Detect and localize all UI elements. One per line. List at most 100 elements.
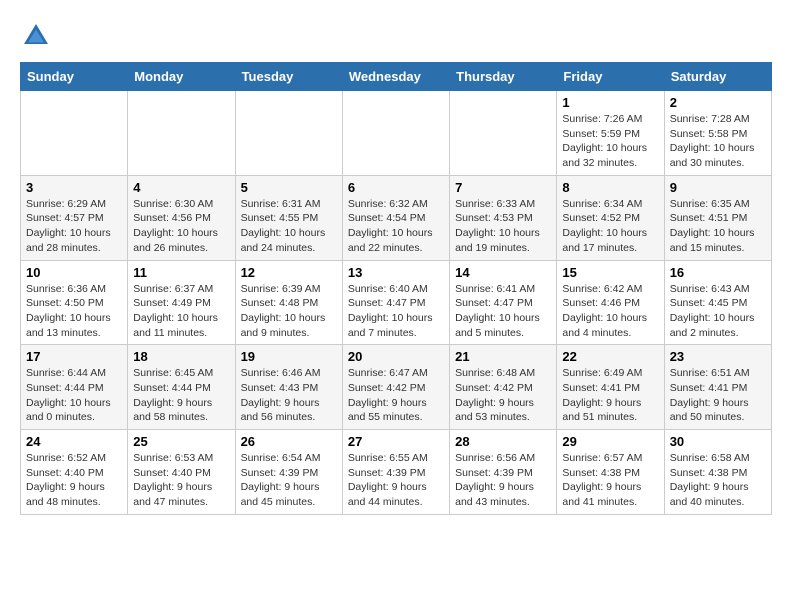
- day-info: Sunrise: 6:42 AM Sunset: 4:46 PM Dayligh…: [562, 282, 658, 341]
- calendar-cell: 15 Sunrise: 6:42 AM Sunset: 4:46 PM Dayli…: [557, 260, 664, 345]
- calendar-cell: 7Sunrise: 6:33 AM Sunset: 4:53 PM Daylig…: [450, 175, 557, 260]
- logo-icon: [20, 20, 52, 52]
- day-number: 27: [348, 434, 444, 449]
- day-number: 20: [348, 349, 444, 364]
- day-info: Sunrise: 6:43 AM Sunset: 4:45 PM Dayligh…: [670, 282, 766, 341]
- day-info: Sunrise: 6:36 AM Sunset: 4:50 PM Dayligh…: [26, 282, 122, 341]
- day-info: Sunrise: 6:52 AM Sunset: 4:40 PM Dayligh…: [26, 451, 122, 510]
- calendar-cell: 1 Sunrise: 7:26 AM Sunset: 5:59 PM Daylig…: [557, 91, 664, 176]
- day-info: Sunrise: 6:37 AM Sunset: 4:49 PM Dayligh…: [133, 282, 229, 341]
- day-number: 19: [241, 349, 337, 364]
- day-info: Sunrise: 6:32 AM Sunset: 4:54 PM Dayligh…: [348, 197, 444, 256]
- calendar-cell: 13 Sunrise: 6:40 AM Sunset: 4:47 PM Dayli…: [342, 260, 449, 345]
- day-info: Sunrise: 6:33 AM Sunset: 4:53 PM Dayligh…: [455, 197, 551, 256]
- day-info: Sunrise: 6:53 AM Sunset: 4:40 PM Dayligh…: [133, 451, 229, 510]
- page-container: SundayMondayTuesdayWednesdayThursdayFrid…: [20, 20, 772, 515]
- day-info: Sunrise: 6:40 AM Sunset: 4:47 PM Dayligh…: [348, 282, 444, 341]
- weekday-header-tuesday: Tuesday: [235, 63, 342, 91]
- calendar-cell: [128, 91, 235, 176]
- logo: [20, 20, 56, 52]
- day-number: 13: [348, 265, 444, 280]
- day-number: 3: [26, 180, 122, 195]
- day-number: 23: [670, 349, 766, 364]
- day-number: 6: [348, 180, 444, 195]
- calendar-week-row: 1 Sunrise: 7:26 AM Sunset: 5:59 PM Daylig…: [21, 91, 772, 176]
- day-info: Sunrise: 6:54 AM Sunset: 4:39 PM Dayligh…: [241, 451, 337, 510]
- calendar-cell: 19 Sunrise: 6:46 AM Sunset: 4:43 PM Dayli…: [235, 345, 342, 430]
- calendar-cell: 30 Sunrise: 6:58 AM Sunset: 4:38 PM Dayli…: [664, 430, 771, 515]
- calendar-header: SundayMondayTuesdayWednesdayThursdayFrid…: [21, 63, 772, 91]
- day-number: 21: [455, 349, 551, 364]
- calendar-cell: [235, 91, 342, 176]
- weekday-header-sunday: Sunday: [21, 63, 128, 91]
- day-info: Sunrise: 6:55 AM Sunset: 4:39 PM Dayligh…: [348, 451, 444, 510]
- day-number: 2: [670, 95, 766, 110]
- calendar-cell: 20 Sunrise: 6:47 AM Sunset: 4:42 PM Dayli…: [342, 345, 449, 430]
- calendar-cell: 21 Sunrise: 6:48 AM Sunset: 4:42 PM Dayli…: [450, 345, 557, 430]
- day-info: Sunrise: 6:30 AM Sunset: 4:56 PM Dayligh…: [133, 197, 229, 256]
- day-number: 9: [670, 180, 766, 195]
- day-info: Sunrise: 6:44 AM Sunset: 4:44 PM Dayligh…: [26, 366, 122, 425]
- day-number: 15: [562, 265, 658, 280]
- day-number: 25: [133, 434, 229, 449]
- day-info: Sunrise: 6:49 AM Sunset: 4:41 PM Dayligh…: [562, 366, 658, 425]
- calendar-cell: 25 Sunrise: 6:53 AM Sunset: 4:40 PM Dayli…: [128, 430, 235, 515]
- calendar-cell: 16Sunrise: 6:43 AM Sunset: 4:45 PM Dayli…: [664, 260, 771, 345]
- day-info: Sunrise: 6:35 AM Sunset: 4:51 PM Dayligh…: [670, 197, 766, 256]
- day-number: 10: [26, 265, 122, 280]
- calendar-cell: 9 Sunrise: 6:35 AM Sunset: 4:51 PM Daylig…: [664, 175, 771, 260]
- calendar-cell: 14Sunrise: 6:41 AM Sunset: 4:47 PM Dayli…: [450, 260, 557, 345]
- calendar-cell: 29 Sunrise: 6:57 AM Sunset: 4:38 PM Dayli…: [557, 430, 664, 515]
- calendar-cell: 10 Sunrise: 6:36 AM Sunset: 4:50 PM Dayli…: [21, 260, 128, 345]
- day-number: 29: [562, 434, 658, 449]
- calendar-week-row: 3 Sunrise: 6:29 AM Sunset: 4:57 PM Daylig…: [21, 175, 772, 260]
- day-number: 8: [562, 180, 658, 195]
- weekday-header-monday: Monday: [128, 63, 235, 91]
- calendar-cell: [21, 91, 128, 176]
- calendar-cell: 4Sunrise: 6:30 AM Sunset: 4:56 PM Daylig…: [128, 175, 235, 260]
- calendar-cell: 24 Sunrise: 6:52 AM Sunset: 4:40 PM Dayli…: [21, 430, 128, 515]
- day-info: Sunrise: 6:58 AM Sunset: 4:38 PM Dayligh…: [670, 451, 766, 510]
- calendar-cell: 18 Sunrise: 6:45 AM Sunset: 4:44 PM Dayli…: [128, 345, 235, 430]
- day-info: Sunrise: 6:57 AM Sunset: 4:38 PM Dayligh…: [562, 451, 658, 510]
- day-number: 14: [455, 265, 551, 280]
- day-info: Sunrise: 6:31 AM Sunset: 4:55 PM Dayligh…: [241, 197, 337, 256]
- calendar-cell: 28Sunrise: 6:56 AM Sunset: 4:39 PM Dayli…: [450, 430, 557, 515]
- calendar-cell: 12Sunrise: 6:39 AM Sunset: 4:48 PM Dayli…: [235, 260, 342, 345]
- day-number: 30: [670, 434, 766, 449]
- weekday-header-saturday: Saturday: [664, 63, 771, 91]
- day-number: 26: [241, 434, 337, 449]
- calendar-cell: 3 Sunrise: 6:29 AM Sunset: 4:57 PM Daylig…: [21, 175, 128, 260]
- day-info: Sunrise: 6:29 AM Sunset: 4:57 PM Dayligh…: [26, 197, 122, 256]
- day-info: Sunrise: 6:45 AM Sunset: 4:44 PM Dayligh…: [133, 366, 229, 425]
- calendar-cell: 6 Sunrise: 6:32 AM Sunset: 4:54 PM Daylig…: [342, 175, 449, 260]
- calendar-cell: 5 Sunrise: 6:31 AM Sunset: 4:55 PM Daylig…: [235, 175, 342, 260]
- header: [20, 20, 772, 52]
- day-info: Sunrise: 6:56 AM Sunset: 4:39 PM Dayligh…: [455, 451, 551, 510]
- calendar-week-row: 17Sunrise: 6:44 AM Sunset: 4:44 PM Dayli…: [21, 345, 772, 430]
- calendar-cell: [450, 91, 557, 176]
- day-number: 24: [26, 434, 122, 449]
- day-info: Sunrise: 6:47 AM Sunset: 4:42 PM Dayligh…: [348, 366, 444, 425]
- day-info: Sunrise: 6:34 AM Sunset: 4:52 PM Dayligh…: [562, 197, 658, 256]
- calendar-week-row: 24 Sunrise: 6:52 AM Sunset: 4:40 PM Dayli…: [21, 430, 772, 515]
- calendar-cell: 8 Sunrise: 6:34 AM Sunset: 4:52 PM Daylig…: [557, 175, 664, 260]
- day-info: Sunrise: 6:46 AM Sunset: 4:43 PM Dayligh…: [241, 366, 337, 425]
- day-number: 5: [241, 180, 337, 195]
- day-number: 18: [133, 349, 229, 364]
- weekday-header-wednesday: Wednesday: [342, 63, 449, 91]
- calendar-cell: 26 Sunrise: 6:54 AM Sunset: 4:39 PM Dayli…: [235, 430, 342, 515]
- calendar-table: SundayMondayTuesdayWednesdayThursdayFrid…: [20, 62, 772, 515]
- calendar-cell: [342, 91, 449, 176]
- calendar-cell: 27 Sunrise: 6:55 AM Sunset: 4:39 PM Dayli…: [342, 430, 449, 515]
- day-number: 11: [133, 265, 229, 280]
- weekday-header-thursday: Thursday: [450, 63, 557, 91]
- day-number: 1: [562, 95, 658, 110]
- calendar-cell: 23 Sunrise: 6:51 AM Sunset: 4:41 PM Dayli…: [664, 345, 771, 430]
- calendar-week-row: 10 Sunrise: 6:36 AM Sunset: 4:50 PM Dayli…: [21, 260, 772, 345]
- day-info: Sunrise: 7:26 AM Sunset: 5:59 PM Dayligh…: [562, 112, 658, 171]
- day-info: Sunrise: 6:48 AM Sunset: 4:42 PM Dayligh…: [455, 366, 551, 425]
- weekday-header-row: SundayMondayTuesdayWednesdayThursdayFrid…: [21, 63, 772, 91]
- calendar-cell: 2Sunrise: 7:28 AM Sunset: 5:58 PM Daylig…: [664, 91, 771, 176]
- day-info: Sunrise: 6:51 AM Sunset: 4:41 PM Dayligh…: [670, 366, 766, 425]
